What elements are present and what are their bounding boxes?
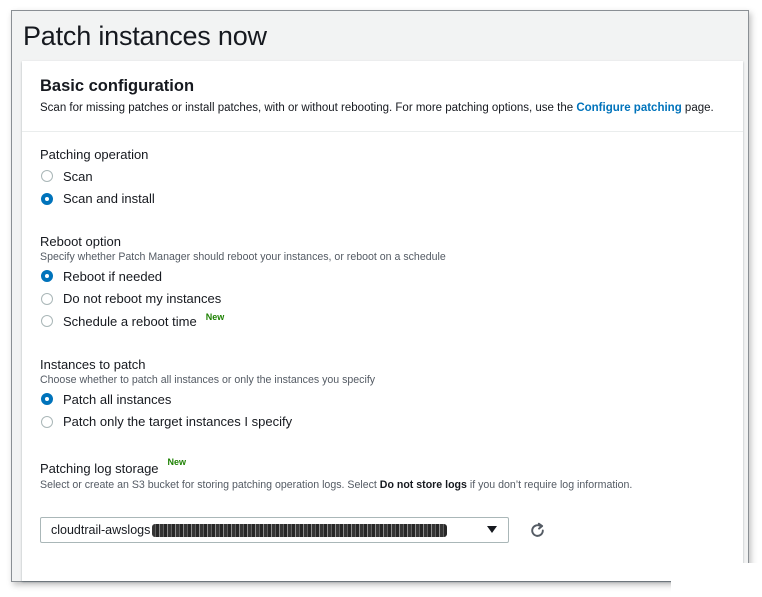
reboot-option-label: Reboot option — [40, 234, 446, 249]
radio-button[interactable] — [41, 315, 53, 328]
panel-header: Basic configuration Scan for missing pat… — [22, 61, 743, 132]
configure-patching-link[interactable]: Configure patching — [576, 102, 681, 114]
log-bucket-select-row: cloudtrail-awslogs — [40, 517, 547, 543]
radio-button-selected[interactable] — [41, 192, 53, 205]
refresh-icon-svg — [530, 522, 544, 537]
radio-label: Schedule a reboot time — [63, 313, 197, 329]
radio-scan[interactable]: Scan — [40, 165, 155, 188]
patching-operation-group: Patching operation Scan Scan and install — [40, 147, 155, 210]
radio-button[interactable] — [41, 170, 53, 183]
radio-label: Reboot if needed — [63, 268, 163, 284]
panel-title: Basic configuration — [40, 77, 195, 95]
reboot-option-group: Reboot option Specify whether Patch Mana… — [40, 234, 446, 333]
log-storage-group: Patching log storage New Select or creat… — [40, 457, 632, 491]
instances-to-patch-label-text: Instances to patch — [40, 357, 146, 372]
do-not-store-logs-text: Do not store logs — [379, 479, 467, 491]
radio-patch-all[interactable]: Patch all instances — [40, 388, 375, 411]
reboot-option-description: Specify whether Patch Manager should reb… — [40, 251, 446, 263]
log-storage-description: Select or create an S3 bucket for storin… — [40, 479, 632, 491]
radio-schedule-reboot[interactable]: Schedule a reboot time New — [40, 310, 446, 333]
patching-operation-label: Patching operation — [40, 147, 155, 162]
panel-description: Scan for missing patches or install patc… — [40, 102, 725, 114]
radio-button[interactable] — [41, 292, 53, 305]
radio-do-not-reboot[interactable]: Do not reboot my instances — [40, 288, 446, 311]
log-bucket-value: cloudtrail-awslogs — [51, 523, 151, 537]
radio-button-selected[interactable] — [41, 393, 53, 406]
radio-label: Patch all instances — [63, 391, 172, 407]
radio-label: Scan and install — [63, 191, 155, 207]
radio-reboot-if-needed[interactable]: Reboot if needed — [40, 265, 446, 288]
radio-button-selected[interactable] — [41, 270, 53, 283]
log-storage-label-text: Patching log storage — [40, 461, 159, 476]
log-storage-label: Patching log storage New — [40, 457, 632, 476]
instances-to-patch-label: Instances to patch — [40, 357, 375, 372]
log-bucket-select[interactable]: cloudtrail-awslogs — [40, 517, 509, 543]
refresh-icon[interactable] — [527, 520, 547, 540]
basic-configuration-panel: Basic configuration Scan for missing pat… — [22, 61, 743, 581]
new-badge: New — [167, 457, 187, 467]
new-badge: New — [205, 312, 225, 323]
radio-patch-targets[interactable]: Patch only the target instances I specif… — [40, 411, 375, 434]
instances-to-patch-group: Instances to patch Choose whether to pat… — [40, 357, 375, 433]
instances-to-patch-description: Choose whether to patch all instances or… — [40, 374, 376, 386]
radio-label: Do not reboot my instances — [63, 291, 222, 307]
screenshot-corner — [671, 563, 762, 597]
log-storage-description-suffix: if you don’t require log information. — [466, 479, 633, 491]
radio-button[interactable] — [41, 415, 53, 428]
panel-description-suffix: page. — [681, 102, 714, 114]
redacted-bucket-suffix — [152, 523, 448, 537]
caret-down-icon[interactable] — [487, 526, 497, 533]
reboot-option-label-text: Reboot option — [40, 234, 121, 249]
radio-label: Patch only the target instances I specif… — [63, 414, 293, 430]
radio-label: Scan — [63, 168, 93, 184]
patch-instances-window: Patch instances now Basic configuration … — [11, 10, 749, 582]
patching-operation-label-text: Patching operation — [40, 147, 149, 162]
panel-description-text: Scan for missing patches or install patc… — [40, 102, 577, 114]
page-title: Patch instances now — [23, 21, 267, 51]
radio-scan-and-install[interactable]: Scan and install — [40, 188, 155, 211]
log-storage-description-text: Select or create an S3 bucket for storin… — [40, 479, 380, 491]
